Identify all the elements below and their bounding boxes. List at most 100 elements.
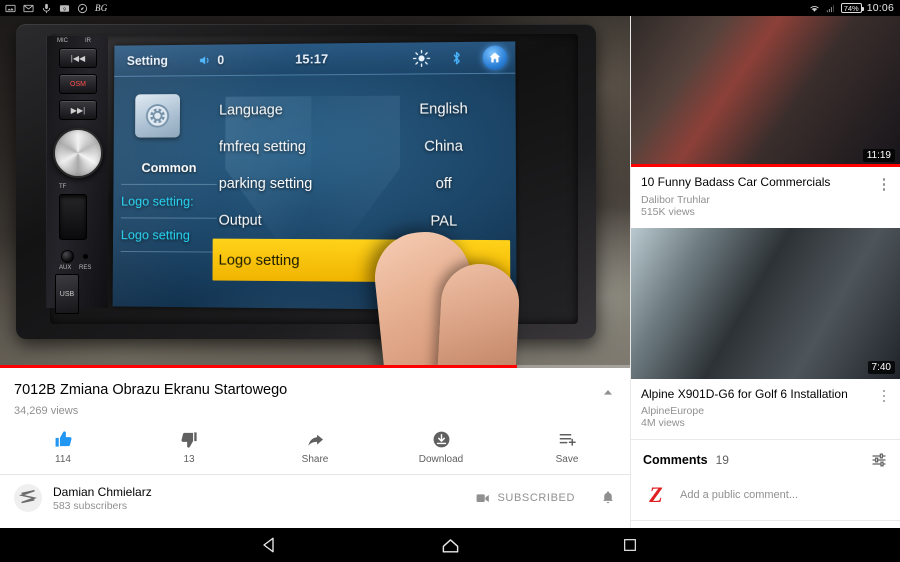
aux-jack[interactable] bbox=[61, 250, 74, 263]
video-camera-icon bbox=[477, 494, 490, 502]
thumbs-down-icon bbox=[180, 427, 199, 449]
video-player[interactable]: MIC IR |◀◀ OSM ▶▶| TF AUX RES USB Settin bbox=[0, 16, 630, 368]
like-button[interactable]: 114 bbox=[0, 427, 126, 465]
home-icon bbox=[442, 538, 458, 553]
download-icon bbox=[432, 427, 451, 449]
suggested-video-views: 515K views bbox=[641, 205, 695, 218]
title-row: 7012B Zmiana Obrazu Ekranu Startowego bbox=[0, 368, 630, 400]
lcd-volume-value: 0 bbox=[217, 52, 225, 67]
lcd-top-icons bbox=[412, 45, 508, 70]
channel-info: Damian Chmielarz 583 subscribers bbox=[53, 484, 152, 512]
bluetooth-icon[interactable] bbox=[449, 48, 464, 66]
lcd-volume[interactable]: 0 bbox=[197, 53, 224, 67]
suggested-video-item[interactable]: 7:40 Alpine X901D-G6 for Golf 6 Installa… bbox=[631, 227, 900, 440]
dislike-button[interactable]: 13 bbox=[126, 427, 252, 465]
nav-back-button[interactable] bbox=[225, 536, 315, 554]
channel-name: Damian Chmielarz bbox=[53, 485, 152, 499]
back-triangle-icon bbox=[263, 537, 274, 553]
settings-gear-tile[interactable] bbox=[135, 94, 181, 138]
lcd-top-bar: Setting 0 15:17 bbox=[114, 41, 516, 77]
lcd-sidebar-menu: Common Logo setting: Logo setting bbox=[120, 151, 217, 253]
kebab-menu-icon[interactable] bbox=[877, 175, 891, 217]
channel-avatar[interactable] bbox=[14, 484, 42, 513]
like-count: 114 bbox=[55, 454, 71, 465]
suggested-video-text: 10 Funny Badass Car Commercials Dalibor … bbox=[641, 175, 877, 217]
setting-key: Logo setting bbox=[218, 251, 300, 269]
recents-square-icon bbox=[624, 539, 636, 551]
battery-indicator: 74% bbox=[840, 3, 864, 13]
channel-row[interactable]: Damian Chmielarz 583 subscribers SUBSCRI… bbox=[0, 475, 630, 521]
gear-icon bbox=[143, 101, 172, 131]
thumbnail-image bbox=[631, 227, 900, 379]
usb-port[interactable]: USB bbox=[55, 274, 79, 314]
watched-progress bbox=[631, 164, 900, 168]
suggested-thumbnail[interactable]: 11:19 bbox=[631, 16, 900, 168]
reset-label: RES bbox=[79, 265, 92, 271]
head-unit-control-panel: MIC IR |◀◀ OSM ▶▶| TF AUX RES USB bbox=[46, 36, 108, 314]
lcd-setting-row-language[interactable]: Language English bbox=[219, 90, 510, 129]
setting-value: English bbox=[419, 100, 468, 118]
suggested-video-channel: AlpineEurope bbox=[641, 405, 705, 418]
suggested-video-title: Alpine X901D-G6 for Golf 6 Installation bbox=[641, 386, 848, 401]
microphone-icon bbox=[42, 3, 51, 13]
sort-filter-icon[interactable] bbox=[870, 452, 888, 468]
video-metadata-panel: 7012B Zmiana Obrazu Ekranu Startowego 34… bbox=[0, 368, 630, 552]
suggested-thumbnail[interactable]: 7:40 bbox=[631, 227, 900, 379]
subscribed-button[interactable]: SUBSCRIBED bbox=[476, 492, 575, 504]
home-icon[interactable] bbox=[482, 45, 508, 70]
comment-item[interactable]: Z BIG ZEE • 1 second ago Hello my friend… bbox=[631, 520, 900, 528]
android-status-bar: 9 BG 74% 10:06 bbox=[0, 0, 900, 16]
next-track-button[interactable]: ▶▶| bbox=[59, 100, 97, 120]
lcd-sidebar-item-logo-setting[interactable]: Logo setting bbox=[120, 218, 217, 253]
kebab-menu-icon[interactable] bbox=[877, 387, 891, 429]
suggested-video-title: 10 Funny Badass Car Commercials bbox=[641, 175, 831, 190]
brightness-icon[interactable] bbox=[412, 49, 430, 67]
suggested-video-text: Alpine X901D-G6 for Golf 6 Installation … bbox=[641, 387, 877, 429]
notification-bell-icon[interactable] bbox=[600, 489, 616, 507]
share-icon bbox=[306, 427, 325, 449]
download-label: Download bbox=[418, 454, 464, 465]
lcd-screen-title: Setting bbox=[126, 53, 168, 68]
save-label: Save bbox=[555, 454, 579, 465]
video-frame-car-stereo: MIC IR |◀◀ OSM ▶▶| TF AUX RES USB Settin bbox=[0, 16, 630, 368]
status-clock: 10:06 bbox=[866, 2, 894, 14]
tf-card-slot[interactable] bbox=[59, 194, 87, 240]
share-label: Share bbox=[301, 454, 329, 465]
add-comment-row[interactable]: Z Add a public comment... bbox=[631, 478, 900, 520]
nav-recents-button[interactable] bbox=[585, 537, 675, 553]
comment-input-placeholder[interactable]: Add a public comment... bbox=[680, 489, 798, 501]
reset-button[interactable] bbox=[83, 254, 88, 259]
messaging-icon: 9 bbox=[59, 4, 70, 12]
prev-track-button[interactable]: |◀◀ bbox=[59, 48, 97, 68]
lcd-setting-row-parking[interactable]: parking setting off bbox=[219, 165, 510, 203]
chevron-up-icon[interactable] bbox=[600, 384, 616, 400]
suggested-video-views: 4M views bbox=[641, 417, 685, 430]
lcd-sidebar-item-logo-setting-label[interactable]: Logo setting: bbox=[120, 184, 217, 219]
channel-subscriber-count: 583 subscribers bbox=[53, 500, 128, 513]
speaker-icon bbox=[200, 53, 213, 67]
gmail-icon bbox=[23, 4, 34, 12]
setting-key: fmfreq setting bbox=[218, 138, 306, 155]
osm-button[interactable]: OSM bbox=[59, 74, 97, 94]
share-button[interactable]: Share bbox=[252, 427, 378, 465]
lcd-setting-row-output[interactable]: Output PAL bbox=[219, 202, 511, 240]
suggested-video-info: 10 Funny Badass Car Commercials Dalibor … bbox=[631, 167, 900, 227]
video-duration: 7:40 bbox=[867, 360, 895, 374]
suggestions-and-comments-rail[interactable]: 11:19 10 Funny Badass Car Commercials Da… bbox=[630, 16, 900, 528]
lcd-sidebar-item-common[interactable]: Common bbox=[121, 151, 217, 185]
download-button[interactable]: Download bbox=[378, 427, 504, 465]
nav-home-button[interactable] bbox=[405, 536, 495, 555]
save-to-playlist-icon bbox=[558, 427, 577, 449]
volume-knob[interactable] bbox=[53, 128, 103, 178]
suggested-video-info: Alpine X901D-G6 for Golf 6 Installation … bbox=[631, 379, 900, 439]
setting-key: parking setting bbox=[218, 175, 313, 192]
suggested-video-item[interactable]: 11:19 10 Funny Badass Car Commercials Da… bbox=[631, 16, 900, 228]
setting-key: Output bbox=[218, 212, 262, 229]
cell-signal-icon bbox=[826, 4, 834, 12]
setting-key: Language bbox=[219, 101, 283, 119]
lcd-settings-list: Language English fmfreq setting China pa… bbox=[212, 90, 511, 283]
lcd-setting-row-fmfreq[interactable]: fmfreq setting China bbox=[219, 127, 510, 165]
save-button[interactable]: Save bbox=[504, 427, 630, 465]
carrier-label: BG bbox=[95, 3, 108, 13]
aux-label: AUX bbox=[59, 265, 72, 271]
